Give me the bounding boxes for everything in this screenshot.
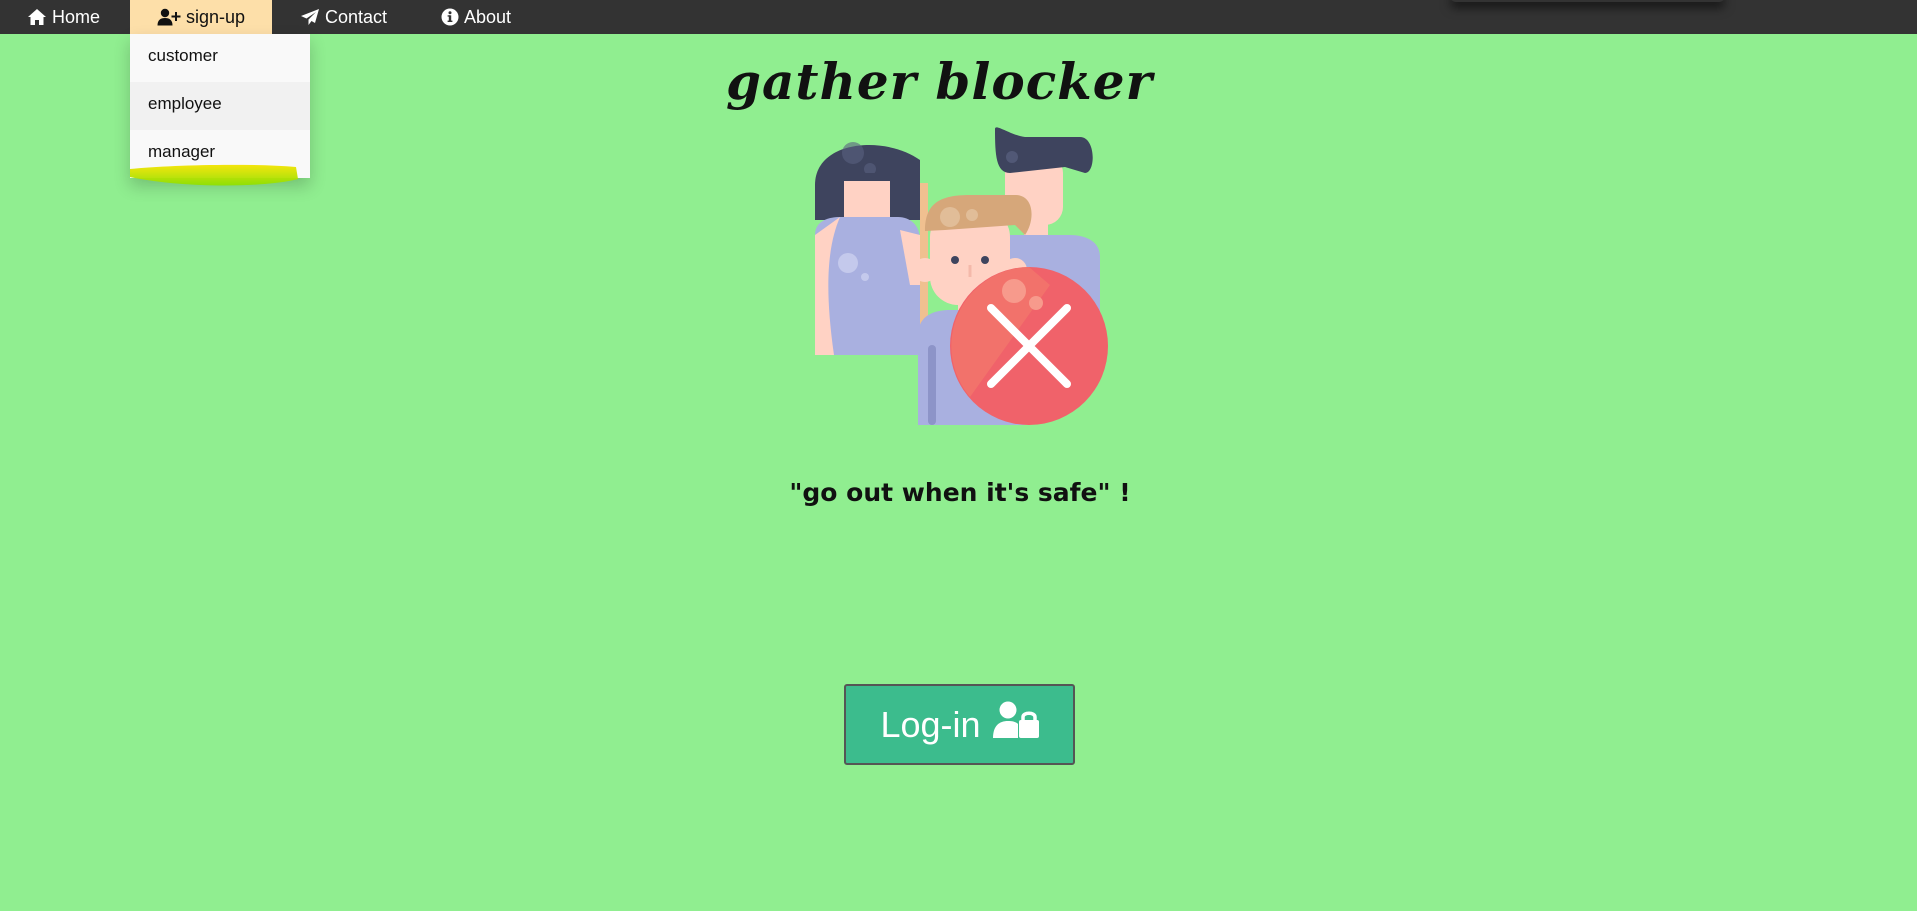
top-navbar: Home sign-up Contact About <box>0 0 1917 34</box>
nav-contact-label: Contact <box>325 6 388 27</box>
nav-signup-label: sign-up <box>185 6 246 27</box>
user-plus-icon <box>157 8 181 26</box>
people-blocked-illustration <box>815 127 1108 425</box>
login-button[interactable]: Log-in <box>844 684 1075 765</box>
nav-signup[interactable]: sign-up <box>130 0 272 34</box>
nav-about[interactable]: About <box>441 0 511 34</box>
slogan-text: "go out when it's safe" ! <box>789 478 1131 507</box>
user-lock-icon <box>992 701 1039 748</box>
nav-about-label: About <box>464 6 512 27</box>
home-icon <box>27 8 47 26</box>
dropdown-item-manager[interactable]: manager <box>130 130 310 178</box>
paper-plane-icon <box>300 8 320 26</box>
brand-title: gather blocker <box>726 52 1153 111</box>
nav-home-label: Home <box>52 6 101 27</box>
nav-contact[interactable]: Contact <box>300 0 387 34</box>
info-circle-icon <box>441 8 459 26</box>
nav-home[interactable]: Home <box>27 0 100 34</box>
top-right-shadow <box>1450 0 1725 2</box>
login-button-label: Log-in <box>880 703 981 745</box>
